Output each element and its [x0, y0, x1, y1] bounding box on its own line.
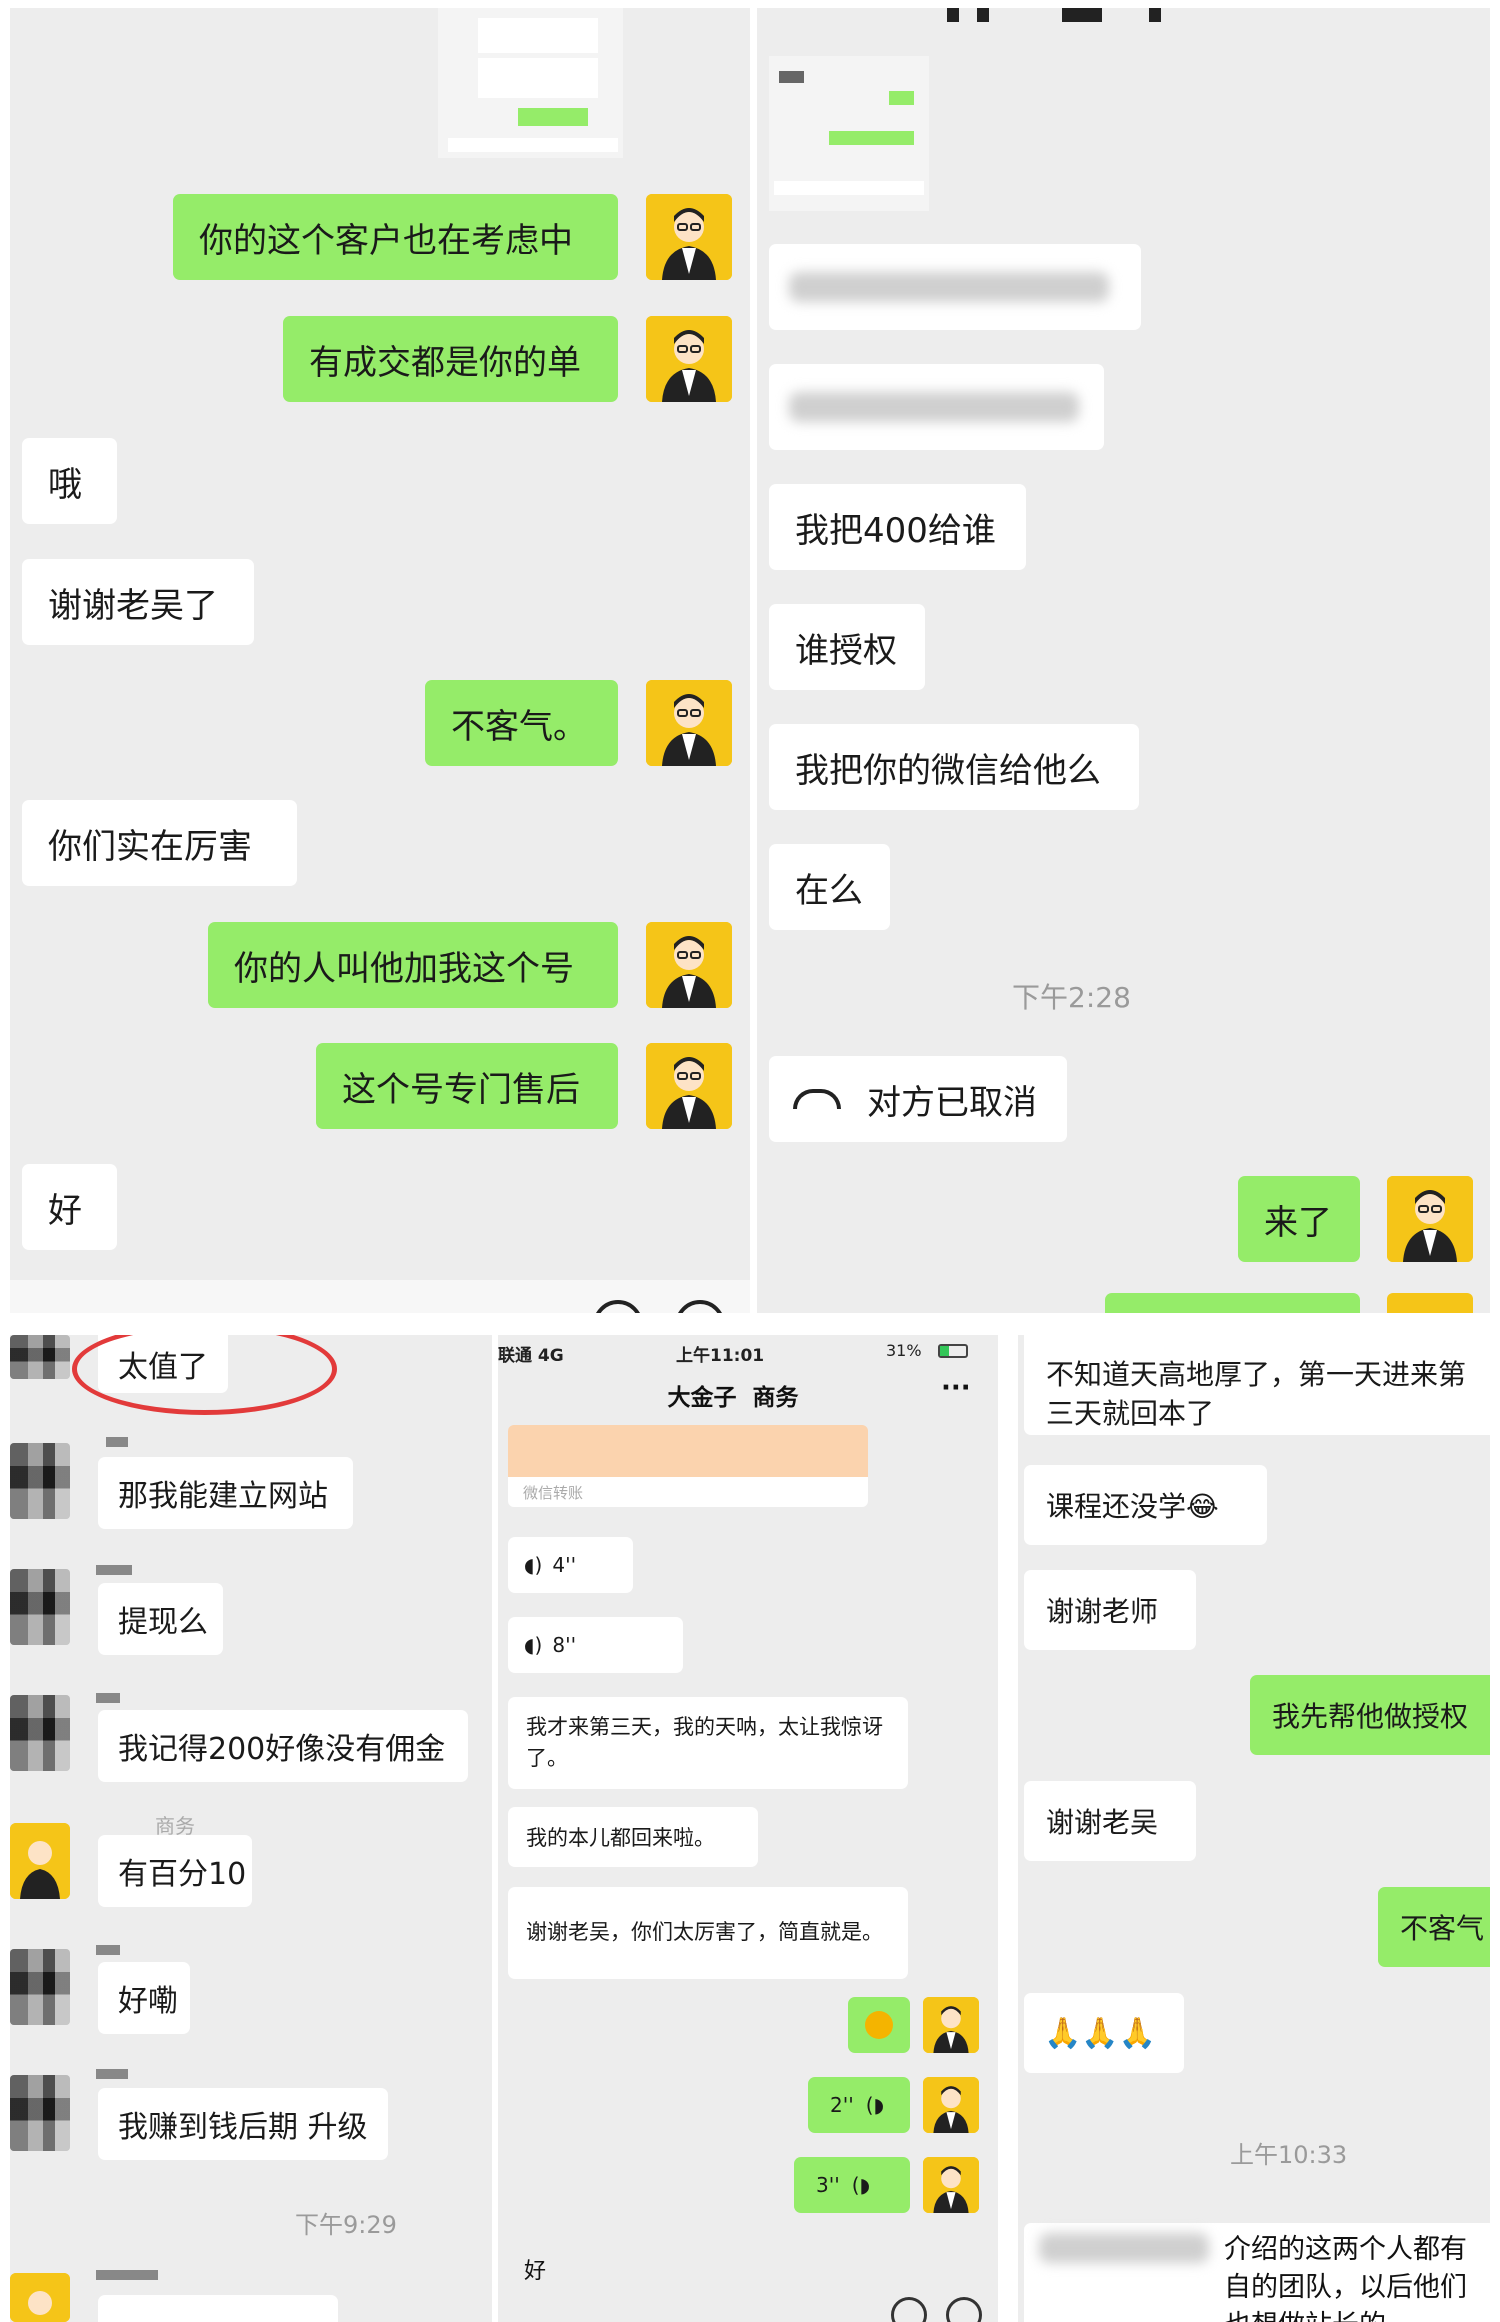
message-bubble: 有成交都是你的单 [283, 316, 618, 402]
blurred-message [769, 364, 1104, 450]
last-message: 好 [524, 2259, 547, 2284]
avatar [923, 2077, 979, 2133]
cut-off-bubble [1105, 1293, 1360, 1313]
avatar [10, 2075, 70, 2151]
status-bar-remnant [977, 8, 989, 22]
voice-message[interactable]: 2'' (◗ [808, 2077, 910, 2133]
transfer-card-footer: 微信转账 [508, 1477, 868, 1507]
voice-wave-icon: (◗ [865, 2093, 885, 2117]
message-bubble: 不客气 [1378, 1887, 1490, 1967]
red-circle-annotation [72, 1335, 337, 1415]
emoji-message: 🙏🙏🙏 [1024, 1993, 1184, 2073]
message-bubble: 谁授权 [769, 604, 925, 690]
status-time: 上午11:01 [676, 1346, 765, 1366]
message-bubble: 哦 [22, 438, 117, 524]
voice-wave-icon: ◖) [524, 1553, 543, 1577]
cut-off-bubble [98, 2295, 338, 2322]
voice-wave-icon: (◗ [851, 2173, 871, 2197]
voice-message[interactable]: 3'' (◗ [794, 2157, 910, 2213]
message-bubble: 来了 [1238, 1176, 1360, 1262]
avatar [10, 1443, 70, 1519]
emoji-sticker-icon [865, 2011, 893, 2039]
avatar [10, 1949, 70, 2025]
message-bubble: 不知道天高地厚了，第一天进来第三天就回本了 [1024, 1335, 1490, 1435]
chat-panel-top-left: 你的这个客户也在考虑中 有成交都是你的单 哦 谢谢老吴了 不客气。 你们实在厉害… [10, 8, 750, 1313]
status-bar-remnant [1149, 8, 1161, 22]
message-bubble: 你的这个客户也在考虑中 [173, 194, 618, 280]
voice-message[interactable]: ◖) 8'' [508, 1617, 683, 1673]
add-icon[interactable] [946, 2297, 982, 2322]
call-status-bubble: 对方已取消 [769, 1056, 1067, 1142]
status-bar-remnant [947, 8, 959, 22]
timestamp: 下午9:29 [295, 2211, 397, 2239]
sticker-message [848, 1997, 910, 2053]
transfer-card[interactable] [508, 1425, 868, 1477]
blurred-message-start [1024, 2223, 1224, 2322]
sender-name-mark [96, 2270, 158, 2280]
avatar [10, 1823, 70, 1899]
avatar [646, 680, 732, 766]
timestamp: 下午2:28 [1012, 981, 1131, 1014]
avatar [646, 922, 732, 1008]
blurred-message [769, 244, 1141, 330]
message-bubble: 我把你的微信给他么 [769, 724, 1139, 810]
chat-panel-bottom-left: 太值了 那我能建立网站 提现么 我记得200好像没有佣金 商务 有百分10 好嘞… [10, 1335, 492, 2322]
message-bubble: 谢谢老吴，你们太厉害了，简直就是。 [508, 1887, 908, 1979]
more-button[interactable]: ··· [941, 1373, 971, 1403]
avatar [10, 1695, 70, 1771]
message-bubble-partial: 介绍的这两个人都有自的团队，以后他们也想做站长的 [1224, 2223, 1490, 2322]
avatar [923, 1997, 979, 2053]
message-bubble: 那我能建立网站 [98, 1457, 353, 1529]
sender-name-mark [96, 1693, 120, 1703]
message-bubble: 我记得200好像没有佣金 [98, 1710, 468, 1782]
message-bubble: 我的本儿都回来啦。 [508, 1807, 758, 1867]
message-bubble: 谢谢老吴了 [22, 559, 254, 645]
status-carrier: 联通 4G [498, 1346, 564, 1366]
message-bubble: 我才来第三天，我的天呐，太让我惊讶了。 [508, 1697, 908, 1789]
sender-name-mark [96, 1945, 120, 1955]
avatar [923, 2157, 979, 2213]
chat-panel-bottom-right: 不知道天高地厚了，第一天进来第三天就回本了 课程还没学😂 谢谢老师 我先帮他做授… [1018, 1335, 1490, 2322]
message-bubble: 我把400给谁 [769, 484, 1026, 570]
message-bubble: 课程还没学😂 [1024, 1465, 1267, 1545]
avatar [1387, 1176, 1473, 1262]
message-bubble: 好嘞 [98, 1962, 190, 2034]
voice-message[interactable]: ◖) 4'' [508, 1537, 633, 1593]
cut-off-avatar [1387, 1293, 1473, 1313]
chat-panel-bottom-middle: 联通 4G 上午11:01 31% 大金子 商务 ··· 微信转账 ◖) 4'' … [498, 1335, 998, 2322]
message-bubble: 我先帮他做授权 [1250, 1675, 1490, 1755]
sender-name-mark [96, 2069, 128, 2079]
embedded-screenshot-thumb [769, 56, 929, 211]
chat-panel-top-right: 我把400给谁 谁授权 我把你的微信给他么 在么 下午2:28 对方已取消 来了 [757, 8, 1490, 1313]
message-bubble: 谢谢老吴 [1024, 1781, 1196, 1861]
message-bubble: 有百分10 [98, 1835, 252, 1907]
message-bubble: 你的人叫他加我这个号 [208, 922, 618, 1008]
avatar [10, 1569, 70, 1645]
message-bubble: 不客气。 [425, 680, 618, 766]
avatar [646, 316, 732, 402]
timestamp: 上午10:33 [1230, 2141, 1348, 2169]
voice-wave-icon: ◖) [524, 1633, 543, 1657]
avatar [10, 1335, 70, 1379]
message-bubble: 谢谢老师 [1024, 1570, 1196, 1650]
avatar [10, 2273, 70, 2322]
input-bar [10, 1280, 750, 1313]
sender-name-mark [106, 1437, 128, 1447]
message-bubble: 提现么 [98, 1583, 223, 1655]
status-battery: 31% [886, 1341, 922, 1360]
sender-name-mark [96, 1565, 132, 1575]
phone-hangup-icon [793, 1089, 841, 1109]
message-bubble: 你们实在厉害 [22, 800, 297, 886]
chat-title: 大金子 商务 [667, 1385, 799, 1411]
avatar [646, 194, 732, 280]
emoji-icon[interactable] [891, 2297, 927, 2322]
embedded-screenshot-thumb [438, 8, 623, 158]
message-bubble: 这个号专门售后 [316, 1043, 618, 1129]
message-bubble: 我赚到钱后期 升级 [98, 2088, 388, 2160]
avatar [646, 1043, 732, 1129]
message-bubble: 好 [22, 1164, 117, 1250]
message-bubble: 在么 [769, 844, 890, 930]
status-bar-remnant [1062, 8, 1102, 22]
battery-icon [938, 1344, 968, 1358]
